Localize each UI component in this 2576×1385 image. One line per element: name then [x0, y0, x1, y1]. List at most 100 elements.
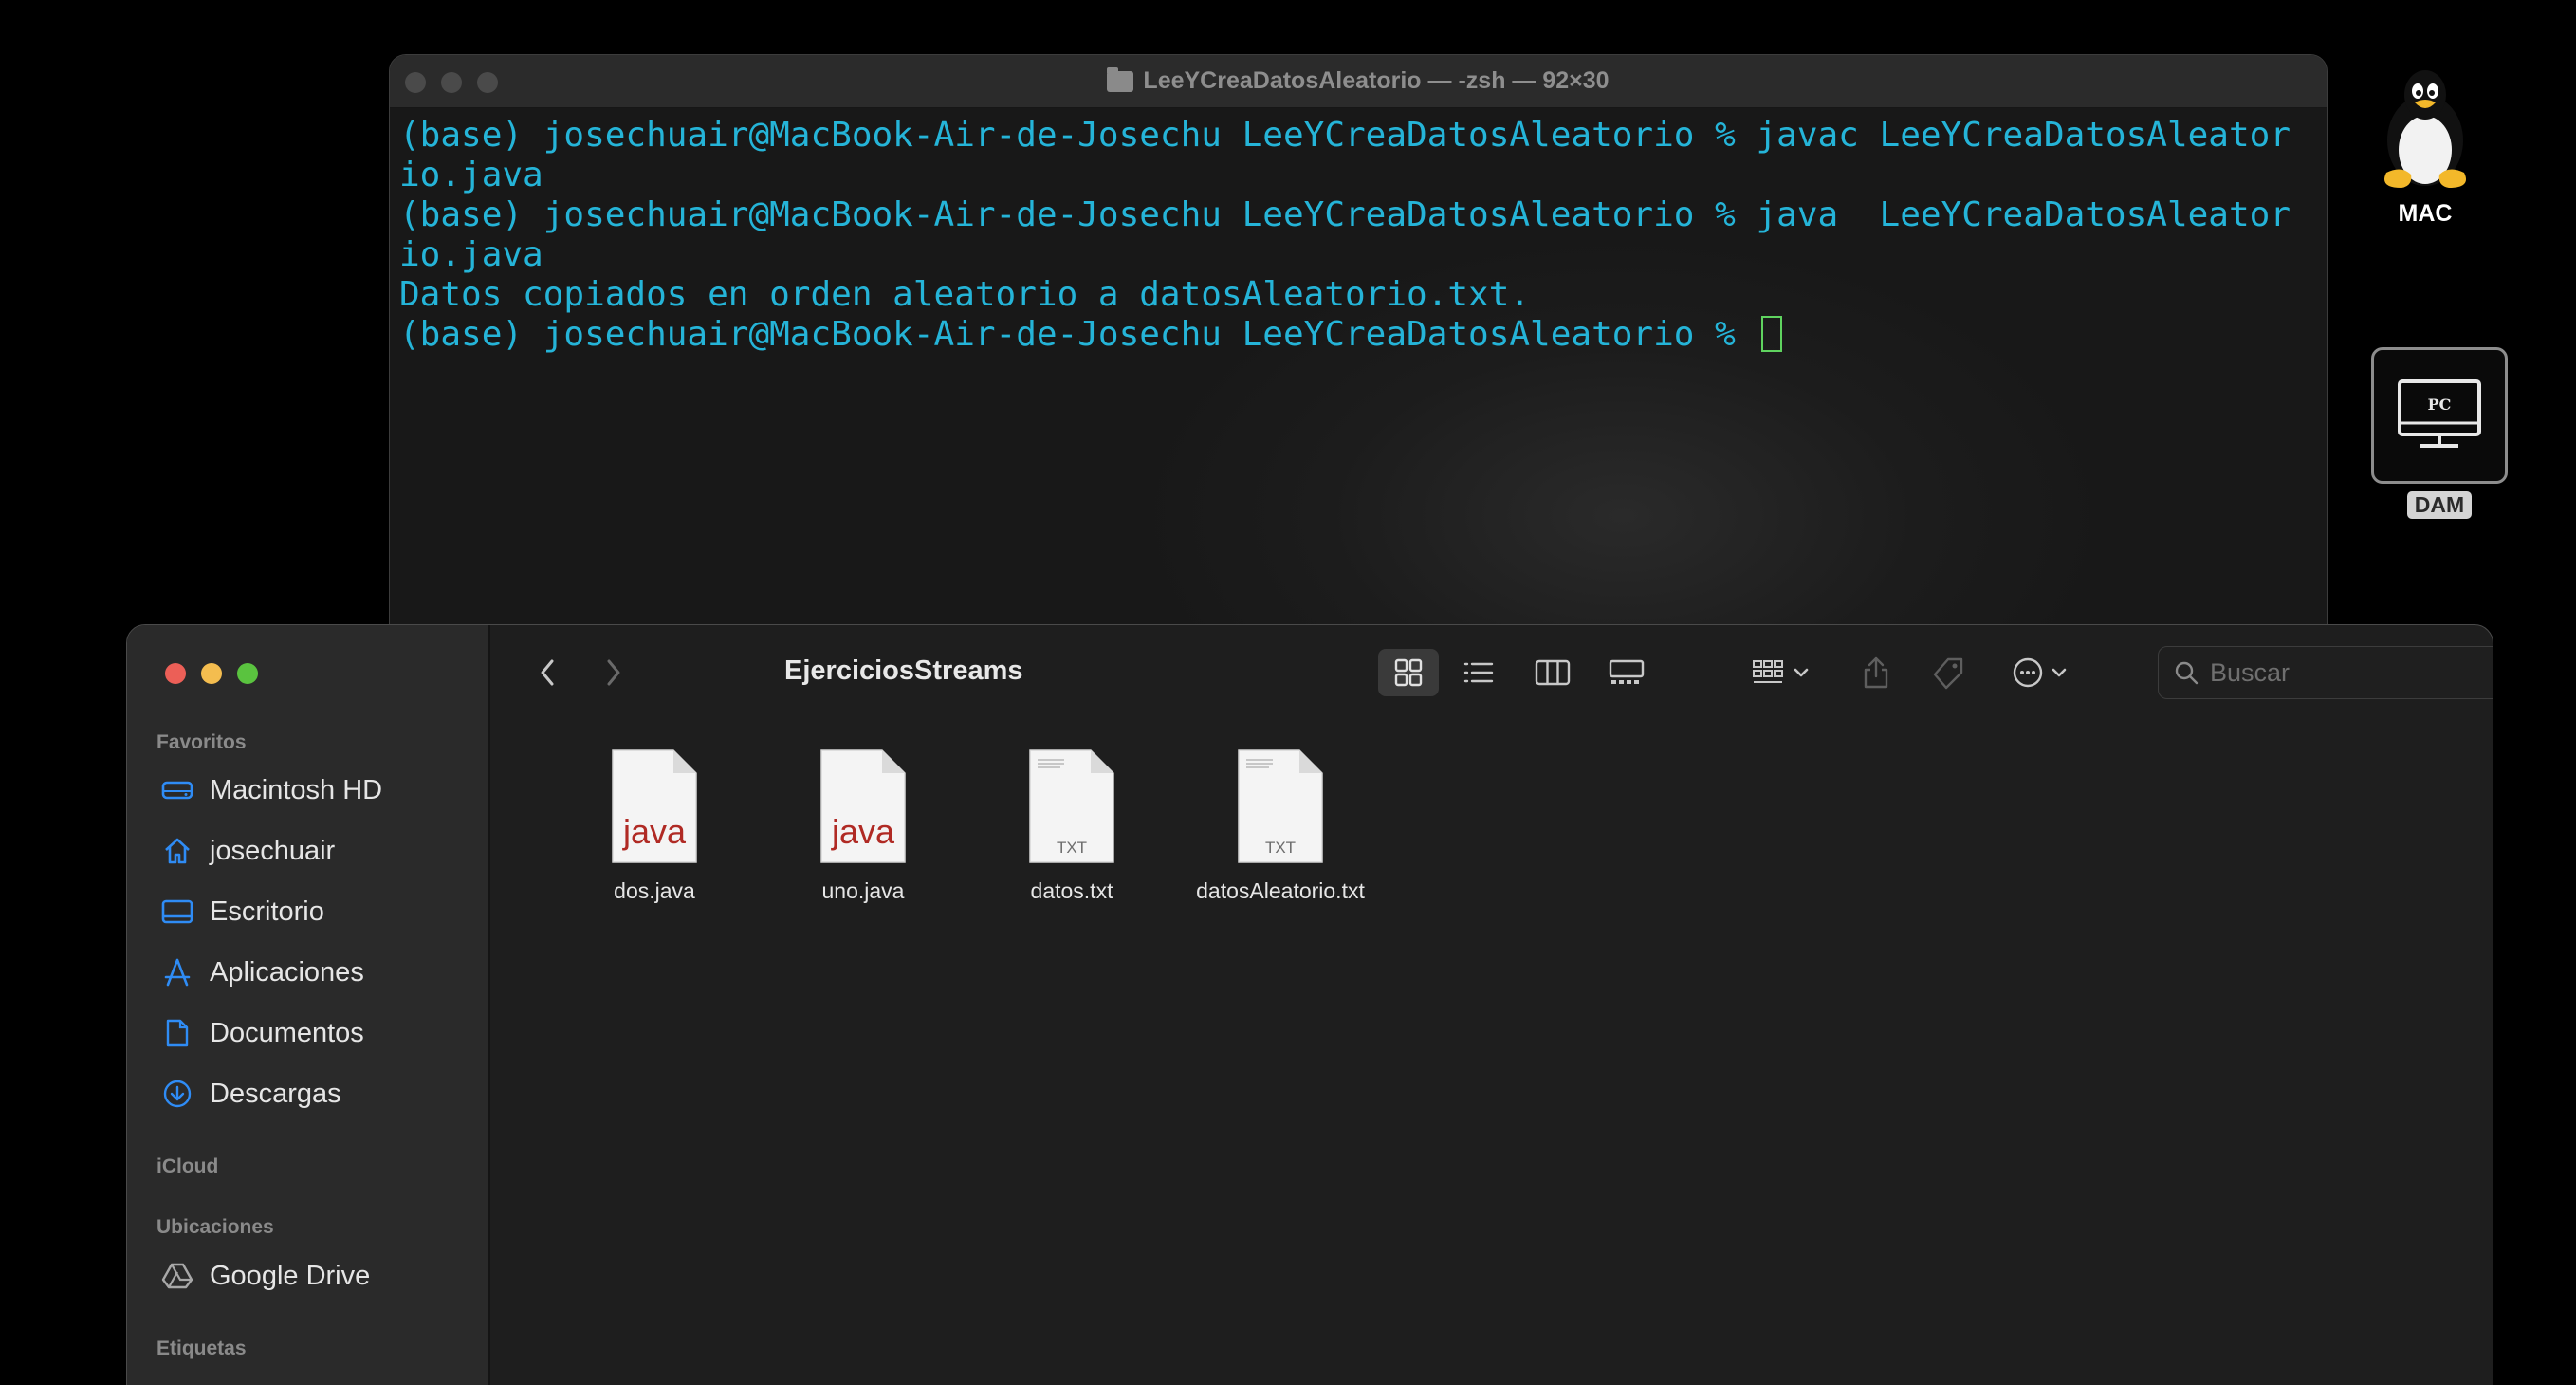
back-button[interactable] [528, 654, 566, 692]
grid-icon [1394, 658, 1423, 687]
folder-icon [1107, 66, 1134, 92]
search-input[interactable] [2210, 657, 2493, 688]
sidebar-item-label: Escritorio [210, 896, 324, 927]
close-button[interactable] [165, 663, 186, 684]
icon-view-button[interactable] [1378, 649, 1439, 696]
terminal-window[interactable]: LeeYCreaDatosAleatorio — -zsh — 92×30 (b… [389, 54, 2328, 642]
file-badge: TXT [1057, 839, 1087, 857]
terminal-line: (base) josechuair@MacBook-Air-de-Josechu… [399, 195, 2291, 234]
desktop-icon-pc[interactable]: PC DAM [2371, 347, 2508, 519]
finder-window-controls [165, 663, 258, 684]
sidebar-item-aplicaciones[interactable]: Aplicaciones [160, 953, 364, 991]
more-actions-button[interactable] [2004, 649, 2080, 696]
file-grid: java dos.java java uno.java TXT datos.tx… [490, 748, 2493, 1385]
google-drive-icon [160, 1259, 194, 1293]
home-icon [160, 834, 194, 868]
file-item-dos-java[interactable]: java dos.java [550, 748, 759, 904]
chevron-left-icon [541, 659, 554, 686]
terminal-title: LeeYCreaDatosAleatorio — -zsh — 92×30 [1107, 66, 1610, 95]
terminal-content[interactable]: (base) josechuair@MacBook-Air-de-Josechu… [390, 108, 2327, 641]
computer-monitor-icon: PC [2398, 379, 2481, 448]
share-button[interactable] [1852, 649, 1900, 696]
ellipsis-circle-icon [2013, 657, 2067, 688]
terminal-line: (base) josechuair@MacBook-Air-de-Josechu… [399, 116, 2291, 155]
sidebar-item-label: Aplicaciones [210, 956, 364, 988]
forward-button[interactable] [595, 654, 633, 692]
zoom-button[interactable] [477, 72, 498, 93]
finder-toolbar: EjerciciosStreams [490, 625, 2493, 720]
tux-penguin-icon [2384, 70, 2466, 188]
file-name: datosAleatorio.txt [1196, 878, 1365, 903]
tag-icon [1933, 657, 1963, 690]
pc-thumbnail: PC [2371, 347, 2508, 484]
sidebar-heading-favorites: Favoritos [156, 731, 247, 753]
terminal-line: Datos copiados en orden aleatorio a dato… [399, 275, 1531, 314]
terminal-line: io.java [399, 156, 543, 194]
java-file-icon: java [612, 749, 697, 863]
sidebar-item-escritorio[interactable]: Escritorio [160, 893, 324, 931]
list-icon [1463, 662, 1494, 683]
file-badge: java [831, 812, 895, 851]
terminal-prompt: (base) josechuair@MacBook-Air-de-Josechu… [399, 315, 1757, 354]
sidebar-item-label: Google Drive [210, 1260, 371, 1291]
terminal-title-text: LeeYCreaDatosAleatorio — -zsh — 92×30 [1143, 67, 1610, 94]
terminal-window-controls [405, 72, 498, 93]
pc-screen-text: PC [2428, 396, 2452, 414]
sidebar-heading-locations: Ubicaciones [156, 1216, 274, 1238]
sidebar-item-home[interactable]: josechuair [160, 832, 335, 870]
list-view-button[interactable] [1448, 649, 1509, 696]
file-item-datosaleatorio-txt[interactable]: TXT datosAleatorio.txt [1176, 748, 1385, 904]
zoom-button[interactable] [237, 663, 258, 684]
columns-icon [1535, 659, 1571, 686]
chevron-down-icon [1794, 668, 1809, 677]
terminal-titlebar[interactable]: LeeYCreaDatosAleatorio — -zsh — 92×30 [390, 55, 2327, 108]
sidebar-heading-tags[interactable]: Etiquetas [156, 1338, 247, 1360]
finder-sidebar: Favoritos Macintosh HD josechuair Escrit… [127, 625, 490, 1385]
share-icon [1864, 656, 1888, 689]
java-file-icon: java [820, 749, 906, 863]
terminal-prompt-line: (base) josechuair@MacBook-Air-de-Josechu… [399, 315, 2317, 355]
sidebar-item-label: Descargas [210, 1078, 341, 1109]
folder-title: EjerciciosStreams [784, 656, 1023, 686]
search-field[interactable] [2158, 646, 2493, 699]
text-file-icon: TXT [1029, 749, 1114, 863]
terminal-line: io.java [399, 235, 543, 274]
document-icon [160, 1016, 194, 1050]
file-badge: TXT [1265, 839, 1296, 857]
close-button[interactable] [405, 72, 426, 93]
chevron-right-icon [607, 659, 620, 686]
sidebar-item-label: Macintosh HD [210, 774, 383, 805]
file-name: uno.java [821, 878, 905, 903]
terminal-cursor [1761, 316, 1783, 352]
desktop-icon-mac[interactable]: MAC [2366, 66, 2484, 228]
finder-window[interactable]: Favoritos Macintosh HD josechuair Escrit… [126, 624, 2493, 1385]
group-by-button[interactable] [1744, 649, 1820, 696]
sidebar-item-macintosh-hd[interactable]: Macintosh HD [160, 771, 382, 809]
sidebar-item-descargas[interactable]: Descargas [160, 1075, 341, 1113]
sidebar-item-google-drive[interactable]: Google Drive [160, 1257, 370, 1295]
file-badge: java [622, 812, 687, 851]
sidebar-item-documentos[interactable]: Documentos [160, 1014, 364, 1052]
desktop-icon-label: MAC [2398, 200, 2453, 227]
desktop-icon-label: DAM [2406, 491, 2473, 519]
gallery-icon [1609, 659, 1645, 684]
column-view-button[interactable] [1522, 649, 1583, 696]
tag-button[interactable] [1924, 649, 1972, 696]
search-icon [2175, 661, 2199, 685]
download-icon [160, 1077, 194, 1111]
desktop-icon [160, 895, 194, 929]
file-item-datos-txt[interactable]: TXT datos.txt [967, 748, 1176, 904]
minimize-button[interactable] [201, 663, 222, 684]
file-name: datos.txt [1030, 878, 1113, 903]
file-item-uno-java[interactable]: java uno.java [759, 748, 967, 904]
hard-drive-icon [160, 773, 194, 807]
applications-icon [160, 955, 194, 989]
group-icon [1753, 660, 1809, 683]
sidebar-item-label: josechuair [210, 835, 336, 866]
sidebar-item-label: Documentos [210, 1017, 364, 1048]
gallery-view-button[interactable] [1596, 649, 1657, 696]
file-name: dos.java [614, 878, 695, 903]
sidebar-heading-icloud[interactable]: iCloud [156, 1155, 218, 1178]
minimize-button[interactable] [441, 72, 462, 93]
text-file-icon: TXT [1238, 749, 1323, 863]
